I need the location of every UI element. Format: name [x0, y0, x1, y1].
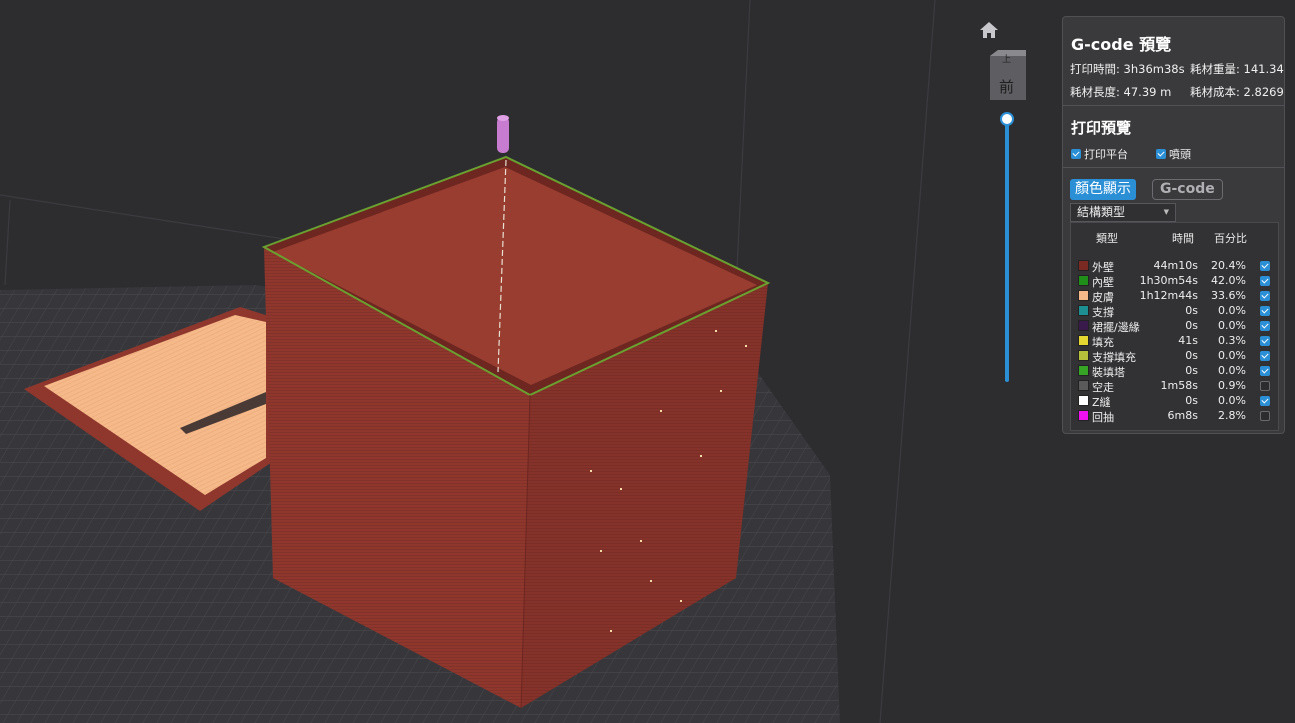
dropdown-value: 結構類型: [1077, 205, 1126, 219]
legend-row-checkbox[interactable]: [1260, 411, 1270, 421]
legend-row-time: 44m10s: [1153, 259, 1198, 272]
legend-row-time: 6m8s: [1167, 409, 1198, 422]
legend-row-checkbox[interactable]: [1260, 306, 1270, 316]
legend-row-name: 回抽: [1092, 411, 1114, 424]
legend-row-percent: 0.9%: [1218, 379, 1246, 392]
filament-length: 耗材長度: 47.39 m: [1070, 85, 1172, 99]
legend-row-name: Z縫: [1092, 396, 1111, 409]
legend-row-name: 外壁: [1092, 261, 1114, 274]
legend-row: Z縫 0s 0.0%: [1071, 394, 1278, 409]
show-build-plate-toggle[interactable]: 打印平台: [1071, 146, 1128, 162]
legend-row-checkbox[interactable]: [1260, 396, 1270, 406]
legend-row-name: 裙擺/邊緣: [1092, 321, 1140, 334]
gcode-preview-title: G-code 預覽: [1071, 35, 1172, 54]
legend-row-checkbox[interactable]: [1260, 291, 1270, 301]
color-swatch: [1078, 305, 1089, 316]
legend-row: 回抽 6m8s 2.8%: [1071, 409, 1278, 424]
gcode-preview-panel: G-code 預覽 打印時間: 3h36m38s 耗材重量: 141.348 耗…: [1062, 16, 1285, 434]
legend-row-time: 0s: [1185, 394, 1198, 407]
legend-row-time: 0s: [1185, 349, 1198, 362]
legend-header-percent: 百分比: [1214, 232, 1247, 245]
layer-slider-track[interactable]: [1005, 120, 1009, 382]
view-cube-top-label: 上: [1002, 55, 1012, 65]
legend-row-name: 空走: [1092, 381, 1114, 394]
legend-header-time: 時間: [1172, 232, 1194, 245]
show-build-plate-label: 打印平台: [1084, 148, 1128, 161]
legend-row: 空走 1m58s 0.9%: [1071, 379, 1278, 394]
legend-table: 類型 時間 百分比 外壁 44m10s 20.4% 內壁 1h30m54s 42.0% 皮膚…: [1070, 222, 1279, 431]
show-nozzle-label: 噴頭: [1169, 148, 1191, 161]
legend-row-percent: 0.0%: [1218, 364, 1246, 377]
view-cube-front-label: 前: [999, 78, 1015, 96]
color-swatch: [1078, 395, 1089, 406]
legend-row-name: 填充: [1092, 336, 1114, 349]
color-swatch: [1078, 260, 1089, 271]
structure-type-dropdown[interactable]: 結構類型 ▼: [1070, 203, 1176, 222]
legend-row-checkbox[interactable]: [1260, 321, 1270, 331]
home-icon: [980, 22, 998, 38]
layer-slider[interactable]: [998, 110, 1016, 386]
color-swatch: [1078, 275, 1089, 286]
filament-weight: 耗材重量: 141.348: [1190, 62, 1285, 76]
legend-row-time: 1h30m54s: [1139, 274, 1198, 287]
legend-row-name: 裝填塔: [1092, 366, 1125, 379]
legend-row-checkbox[interactable]: [1260, 351, 1270, 361]
color-swatch: [1078, 410, 1089, 421]
legend-row: 支撐填充 0s 0.0%: [1071, 349, 1278, 364]
color-swatch: [1078, 365, 1089, 376]
checkbox-icon[interactable]: [1071, 149, 1081, 159]
color-swatch: [1078, 320, 1089, 331]
legend-row-checkbox[interactable]: [1260, 366, 1270, 376]
legend-header-type: 類型: [1096, 232, 1118, 245]
legend-row-percent: 0.3%: [1218, 334, 1246, 347]
tab-gcode[interactable]: G-code: [1152, 179, 1223, 200]
legend-row: 填充 41s 0.3%: [1071, 334, 1278, 349]
home-view-button[interactable]: [978, 20, 1000, 40]
tab-color-display[interactable]: 顏色顯示: [1070, 179, 1136, 200]
legend-row-time: 1m58s: [1160, 379, 1198, 392]
legend-row: 外壁 44m10s 20.4%: [1071, 259, 1278, 274]
legend-row-name: 支撐填充: [1092, 351, 1136, 364]
legend-row: 皮膚 1h12m44s 33.6%: [1071, 289, 1278, 304]
legend-row-percent: 0.0%: [1218, 319, 1246, 332]
color-swatch: [1078, 290, 1089, 301]
legend-row-percent: 2.8%: [1218, 409, 1246, 422]
show-nozzle-toggle[interactable]: 噴頭: [1156, 146, 1191, 162]
legend-row-time: 0s: [1185, 304, 1198, 317]
legend-row-percent: 0.0%: [1218, 394, 1246, 407]
legend-row-checkbox[interactable]: [1260, 336, 1270, 346]
legend-row-time: 0s: [1185, 364, 1198, 377]
legend-row: 裝填塔 0s 0.0%: [1071, 364, 1278, 379]
legend-row-time: 0s: [1185, 319, 1198, 332]
print-preview-title: 打印預覽: [1071, 119, 1132, 137]
legend-row-percent: 0.0%: [1218, 349, 1246, 362]
legend-row: 裙擺/邊緣 0s 0.0%: [1071, 319, 1278, 334]
legend-row-checkbox[interactable]: [1260, 261, 1270, 271]
legend-row-percent: 0.0%: [1218, 304, 1246, 317]
legend-row-time: 1h12m44s: [1139, 289, 1198, 302]
color-swatch: [1078, 335, 1089, 346]
chevron-down-icon: ▼: [1163, 208, 1169, 216]
color-swatch: [1078, 380, 1089, 391]
legend-row-percent: 42.0%: [1211, 274, 1246, 287]
legend-row: 支撐 0s 0.0%: [1071, 304, 1278, 319]
legend-row: 內壁 1h30m54s 42.0%: [1071, 274, 1278, 289]
legend-row-percent: 20.4%: [1211, 259, 1246, 272]
legend-row-checkbox[interactable]: [1260, 381, 1270, 391]
nozzle: [497, 115, 509, 153]
legend-row-name: 內壁: [1092, 276, 1114, 289]
divider: [1063, 167, 1284, 168]
legend-row-name: 支撐: [1092, 306, 1114, 319]
color-swatch: [1078, 350, 1089, 361]
view-cube[interactable]: 上 前: [988, 48, 1028, 102]
checkbox-icon[interactable]: [1156, 149, 1166, 159]
filament-cost: 耗材成本: 2.82697: [1190, 85, 1285, 99]
legend-row-percent: 33.6%: [1211, 289, 1246, 302]
legend-row-checkbox[interactable]: [1260, 276, 1270, 286]
legend-row-name: 皮膚: [1092, 291, 1114, 304]
legend-row-time: 41s: [1178, 334, 1198, 347]
divider: [1063, 105, 1284, 106]
layer-slider-handle[interactable]: [1000, 112, 1014, 126]
print-time: 打印時間: 3h36m38s: [1070, 62, 1185, 76]
